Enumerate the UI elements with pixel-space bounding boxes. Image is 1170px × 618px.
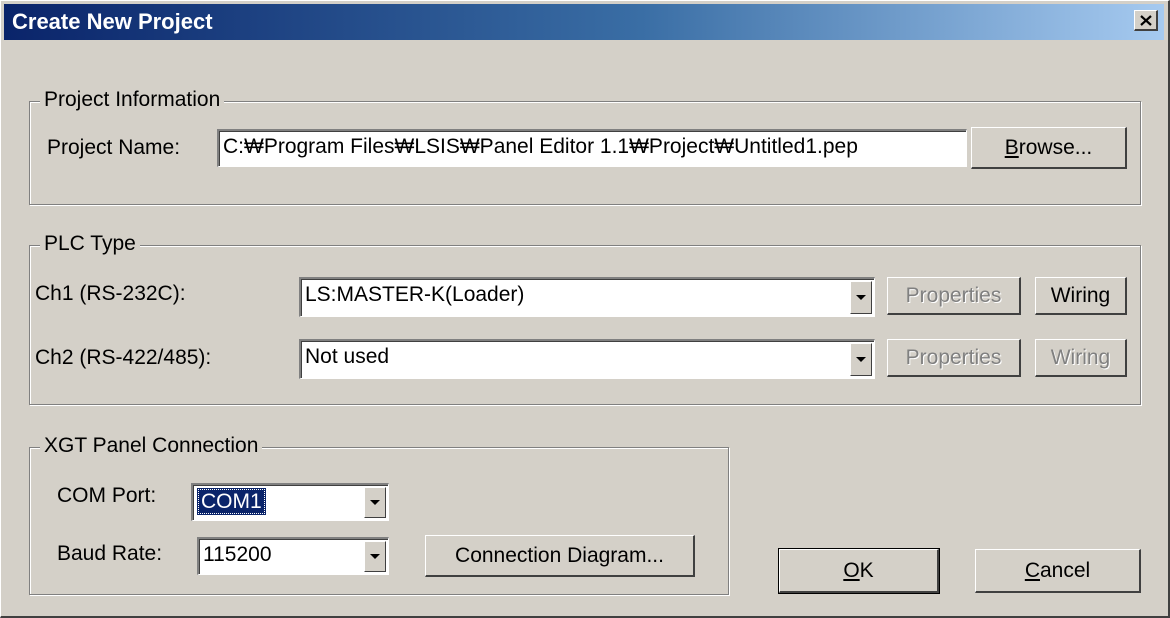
baud-rate-value: 115200: [203, 543, 272, 566]
com-port-value: COM1: [197, 488, 266, 515]
ch2-wiring-button[interactable]: Wiring: [1035, 339, 1127, 377]
cancel-mnemonic: C: [1024, 558, 1040, 582]
ch1-label: Ch1 (RS-232C):: [35, 282, 186, 305]
dropdown-arrow-icon: [370, 553, 380, 559]
ch1-properties-button[interactable]: Properties: [887, 277, 1021, 315]
plc-type-group: PLC Type: [29, 230, 1141, 405]
plc-type-legend: PLC Type: [40, 230, 140, 258]
baud-rate-label: Baud Rate:: [57, 542, 163, 565]
project-name-value: C:₩Program Files₩LSIS₩Panel Editor 1.1₩P…: [223, 135, 858, 158]
project-name-label: Project Name:: [47, 136, 181, 159]
dropdown-arrow-icon: [856, 356, 866, 362]
ch2-label: Ch2 (RS-422/485):: [35, 346, 212, 369]
xgt-panel-connection-legend: XGT Panel Connection: [40, 432, 263, 460]
connection-diagram-label: Connection Diagram...: [455, 543, 664, 567]
ch2-plc-value: Not used: [305, 345, 390, 368]
project-name-field[interactable]: C:₩Program Files₩LSIS₩Panel Editor 1.1₩P…: [217, 129, 967, 167]
ch1-wiring-label: Wiring: [1050, 283, 1111, 307]
dropdown-arrow-icon: [370, 499, 380, 505]
com-port-label: COM Port:: [57, 484, 157, 507]
ch2-properties-label: Properties: [905, 345, 1002, 369]
ok-button[interactable]: OK: [778, 548, 940, 594]
browse-label: rowse...: [1018, 135, 1093, 159]
dropdown-arrow-icon: [856, 294, 866, 300]
com-port-dropdown-button[interactable]: [364, 487, 386, 518]
title-bar[interactable]: Create New Project: [4, 4, 1164, 40]
baud-rate-select[interactable]: 115200: [197, 537, 389, 575]
ch2-dropdown-button[interactable]: [850, 343, 872, 376]
ch2-plc-select[interactable]: Not used: [299, 339, 875, 379]
browse-mnemonic: B: [1004, 135, 1019, 159]
dialog-title: Create New Project: [12, 9, 213, 34]
baud-rate-dropdown-button[interactable]: [364, 541, 386, 572]
ok-mnemonic: O: [843, 558, 860, 582]
ok-label: K: [859, 558, 874, 582]
ch2-properties-button[interactable]: Properties: [887, 339, 1021, 377]
browse-button[interactable]: Browse...: [971, 127, 1127, 169]
ch1-wiring-button[interactable]: Wiring: [1035, 277, 1127, 315]
cancel-button[interactable]: Cancel: [975, 549, 1141, 593]
ch2-wiring-label: Wiring: [1050, 345, 1111, 369]
connection-diagram-button[interactable]: Connection Diagram...: [425, 535, 695, 577]
close-button[interactable]: [1134, 10, 1158, 31]
ch1-dropdown-button[interactable]: [850, 281, 872, 314]
ch1-plc-value: LS:MASTER-K(Loader): [305, 283, 525, 306]
cancel-label: ancel: [1039, 558, 1091, 582]
ch1-plc-select[interactable]: LS:MASTER-K(Loader): [299, 277, 875, 317]
project-information-legend: Project Information: [40, 86, 225, 114]
close-icon: [1139, 14, 1152, 26]
com-port-select[interactable]: COM1: [191, 483, 389, 521]
ch1-properties-label: Properties: [905, 283, 1002, 307]
create-new-project-dialog: Create New Project Project Information P…: [0, 0, 1170, 618]
